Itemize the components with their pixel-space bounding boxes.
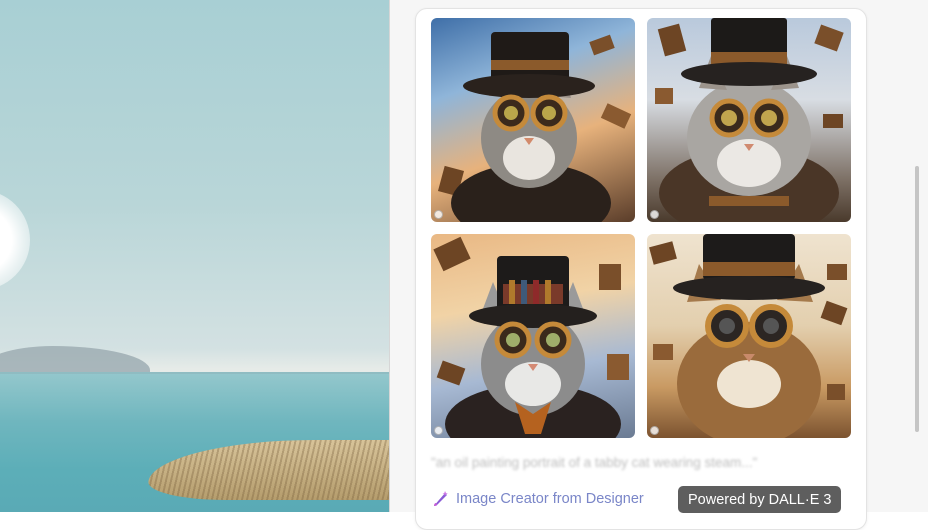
image-creator-link[interactable]: Image Creator from Designer: [431, 489, 644, 509]
sun: [0, 190, 30, 290]
cat-illustration-4: [649, 234, 848, 438]
cat-illustration-3: [433, 236, 629, 438]
generated-image-3[interactable]: [431, 234, 635, 438]
image-indicator-dot: [650, 426, 659, 435]
generated-image-2[interactable]: [647, 18, 851, 222]
generated-image-1[interactable]: [431, 18, 635, 222]
cat-illustration-1: [437, 32, 632, 222]
image-indicator-dot: [650, 210, 659, 219]
desktop-wallpaper: [0, 0, 389, 512]
paintbrush-sparkle-icon: [431, 489, 451, 509]
image-indicator-dot: [434, 210, 443, 219]
image-creator-label: Image Creator from Designer: [456, 491, 644, 507]
image-result-card: "an oil painting portrait of a tabby cat…: [415, 8, 867, 530]
image-indicator-dot: [434, 426, 443, 435]
scrollbar-thumb[interactable]: [915, 166, 919, 432]
chat-panel: "an oil painting portrait of a tabby cat…: [390, 0, 928, 530]
image-prompt-text: "an oil painting portrait of a tabby cat…: [431, 455, 758, 470]
powered-by-badge: Powered by DALL·E 3: [678, 486, 842, 513]
generated-image-4[interactable]: [647, 234, 851, 438]
cat-illustration-2: [655, 18, 844, 222]
